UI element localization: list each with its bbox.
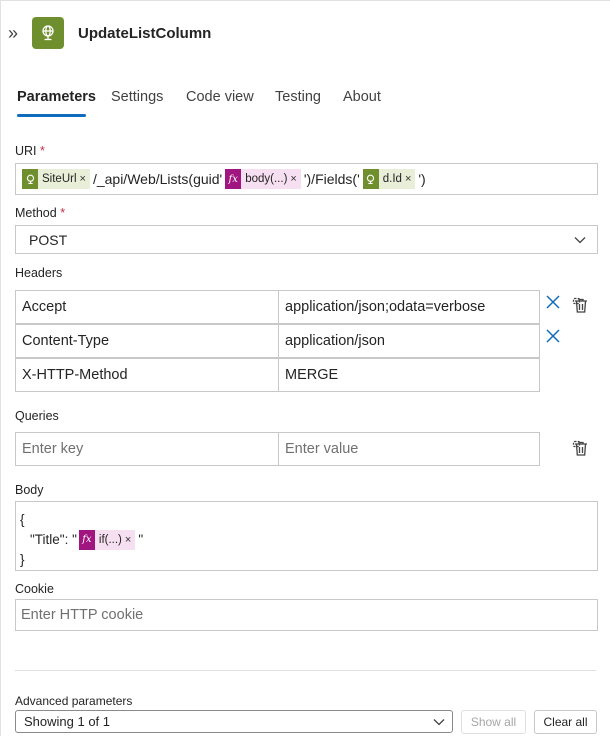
headers-label: Headers bbox=[15, 266, 63, 280]
chevron-down-icon bbox=[433, 719, 445, 726]
header-value-input[interactable]: application/json bbox=[278, 324, 540, 358]
method-label: Method * bbox=[15, 206, 66, 220]
uri-text-segment: ') bbox=[418, 171, 426, 187]
globe-icon bbox=[362, 169, 379, 189]
header-value-input[interactable]: application/json;odata=verbose bbox=[278, 290, 540, 324]
function-icon: fx bbox=[225, 169, 242, 189]
remove-token-icon[interactable]: × bbox=[290, 173, 296, 185]
method-select[interactable]: POST bbox=[15, 225, 598, 254]
chevron-down-icon bbox=[574, 237, 586, 244]
uri-text-segment: /_api/Web/Lists(guid' bbox=[92, 171, 223, 187]
body-line: "Title": " fx if(...) × " bbox=[20, 530, 593, 550]
header-value-input[interactable]: MERGE bbox=[278, 358, 540, 392]
uri-token-body[interactable]: fx body(...) × bbox=[225, 169, 301, 189]
cookie-label: Cookie bbox=[15, 582, 54, 596]
remove-token-icon[interactable]: × bbox=[80, 173, 86, 185]
active-tab-indicator bbox=[17, 114, 86, 117]
uri-token-did[interactable]: d.Id × bbox=[362, 169, 416, 189]
remove-token-icon[interactable]: × bbox=[405, 173, 411, 185]
delete-all-icon[interactable] bbox=[572, 297, 590, 315]
cookie-input[interactable]: Enter HTTP cookie bbox=[15, 599, 598, 631]
body-line: } bbox=[20, 552, 25, 567]
header-key-input[interactable]: Content-Type bbox=[15, 324, 279, 358]
divider bbox=[15, 670, 596, 671]
header-key-input[interactable]: Accept bbox=[15, 290, 279, 324]
query-key-input[interactable]: Enter key bbox=[15, 432, 279, 466]
queries-label: Queries bbox=[15, 409, 59, 423]
uri-input[interactable]: SiteUrl × /_api/Web/Lists(guid' fx body(.… bbox=[15, 163, 598, 195]
function-icon: fx bbox=[78, 530, 95, 550]
show-all-button[interactable]: Show all bbox=[461, 710, 526, 734]
uri-token-siteurl[interactable]: SiteUrl × bbox=[22, 169, 90, 189]
query-value-input[interactable]: Enter value bbox=[278, 432, 540, 466]
tab-settings[interactable]: Settings bbox=[111, 89, 163, 105]
advanced-parameters-select[interactable]: Showing 1 of 1 bbox=[15, 710, 453, 733]
globe-icon bbox=[22, 169, 38, 189]
delete-row-icon[interactable] bbox=[545, 328, 561, 344]
uri-label: URI * bbox=[15, 144, 45, 158]
advanced-value: Showing 1 of 1 bbox=[24, 714, 111, 729]
uri-text-segment: ')/Fields(' bbox=[303, 171, 360, 187]
delete-row-icon[interactable] bbox=[545, 294, 561, 310]
remove-token-icon[interactable]: × bbox=[125, 530, 131, 550]
tab-testing[interactable]: Testing bbox=[275, 89, 321, 105]
collapse-icon[interactable]: » bbox=[8, 24, 22, 42]
delete-all-icon[interactable] bbox=[572, 440, 590, 458]
body-token-if[interactable]: fx if(...) × bbox=[78, 530, 136, 550]
body-editor[interactable]: { "Title": " fx if(...) × " } bbox=[15, 501, 598, 571]
clear-all-button[interactable]: Clear all bbox=[534, 710, 597, 734]
page-title: UpdateListColumn bbox=[78, 25, 212, 42]
advanced-label: Advanced parameters bbox=[15, 694, 133, 708]
body-line: { bbox=[20, 512, 25, 527]
method-value: POST bbox=[29, 231, 68, 248]
body-label: Body bbox=[15, 483, 44, 497]
tab-code-view[interactable]: Code view bbox=[186, 89, 254, 105]
header-key-input[interactable]: X-HTTP-Method bbox=[15, 358, 279, 392]
globe-icon bbox=[32, 17, 64, 49]
tab-parameters[interactable]: Parameters bbox=[17, 89, 96, 105]
tab-about[interactable]: About bbox=[343, 89, 381, 105]
